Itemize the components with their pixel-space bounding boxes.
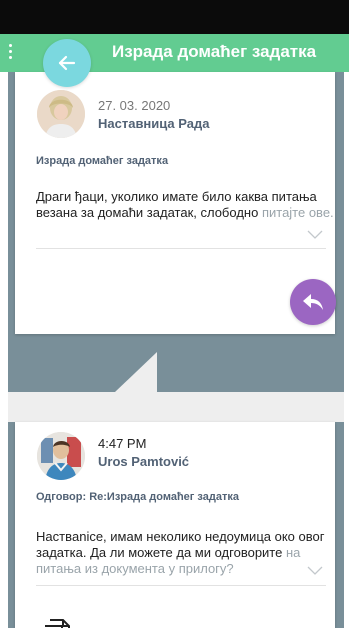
back-button[interactable] — [43, 39, 91, 87]
app-screen: Израда домаћег задатка 27. 03. 2020 Наст… — [0, 0, 349, 628]
reply-subject: Одговор: Re:Израда домаћег задатка — [36, 491, 239, 503]
arrow-left-icon — [58, 55, 76, 71]
more-vertical-icon[interactable] — [8, 44, 14, 62]
reply-author: Uros Pamtović — [98, 454, 190, 469]
message-author: Наставница Рада — [98, 116, 210, 131]
reply-divider — [36, 585, 326, 586]
message-subject: Израда домаћег задатка — [36, 155, 169, 167]
chevron-down-icon[interactable] — [307, 230, 323, 240]
page-title: Израда домаћег задатка — [112, 42, 317, 61]
teacher-avatar — [37, 90, 85, 138]
reply-text: Наствanice, имам неколико недоумица око … — [36, 529, 336, 579]
message-text: Драги ђаци, уколико имате било каква пит… — [36, 189, 336, 239]
document-icon[interactable] — [42, 618, 76, 628]
student-avatar — [37, 432, 85, 480]
student-reply-card[interactable]: 4:47 PM Uros Pamtović Одговор: Re:Израда… — [15, 422, 335, 628]
chevron-down-icon[interactable] — [307, 566, 323, 576]
teacher-message-card[interactable]: 27. 03. 2020 Наставница Рада Израда дома… — [15, 72, 336, 334]
reply-time: 4:47 PM — [98, 436, 147, 451]
thread-connector — [115, 352, 157, 392]
message-body-faded: питајте ове. — [261, 205, 334, 220]
reply-body: Наствanice, имам неколико недоумица око … — [36, 529, 325, 560]
status-bar — [0, 0, 349, 34]
message-date: 27. 03. 2020 — [98, 98, 171, 113]
thread-connector-base — [8, 392, 344, 422]
reply-icon — [303, 294, 323, 310]
message-divider — [36, 248, 326, 249]
reply-button[interactable] — [290, 279, 336, 325]
